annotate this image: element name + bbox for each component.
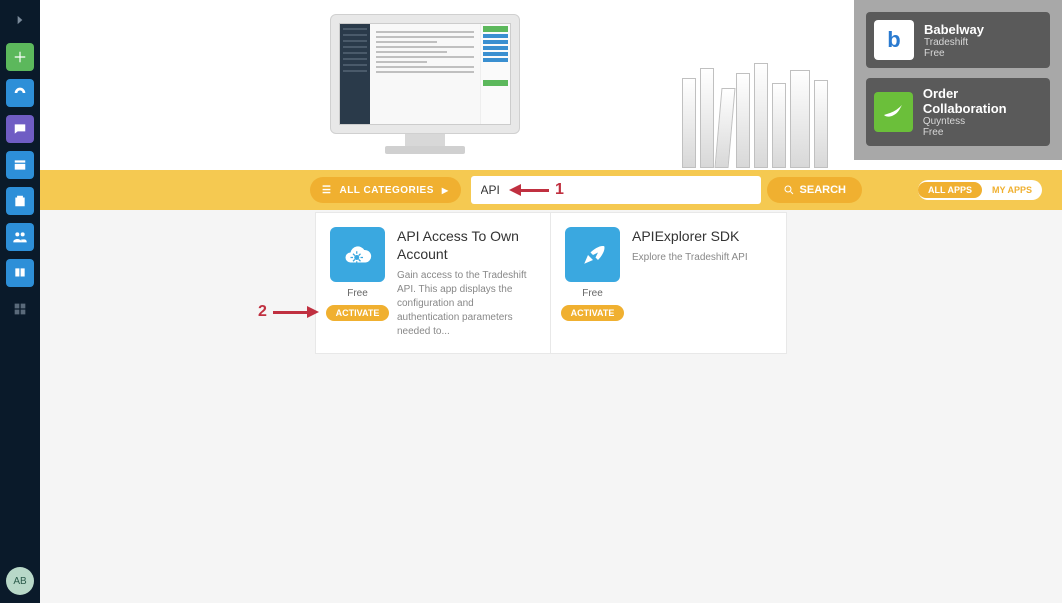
cards-row: Free ACTIVATE API Access To Own Account …: [315, 212, 787, 354]
toggle-all-apps[interactable]: ALL APPS: [918, 182, 982, 198]
promo-vendor: Quyntess: [923, 116, 1042, 127]
promo-price: Free: [923, 127, 1042, 138]
promo-title: Order Collaboration: [923, 86, 1042, 116]
sidebar-item-contacts[interactable]: [6, 223, 34, 251]
sidebar-expand-button[interactable]: [5, 5, 35, 35]
people-icon: [12, 229, 28, 245]
plus-icon: [13, 50, 27, 64]
app-price: Free: [582, 288, 603, 299]
search-button-label: SEARCH: [800, 184, 846, 196]
search-input-wrap: [471, 176, 761, 204]
app-card-apiexplorer[interactable]: Free ACTIVATE APIExplorer SDK Explore th…: [551, 213, 786, 353]
chevron-right-icon: [13, 13, 27, 27]
sidebar-item-add[interactable]: [6, 43, 34, 71]
rocket-icon: [565, 227, 620, 282]
promo-card-order-collaboration[interactable]: Order Collaboration Quyntess Free: [866, 78, 1050, 146]
sidebar-item-messages[interactable]: [6, 115, 34, 143]
app-description: Gain access to the Tradeshift API. This …: [397, 269, 536, 339]
sidebar: AB: [0, 0, 40, 603]
dashboard-icon: [12, 85, 28, 101]
search-button[interactable]: SEARCH: [767, 177, 862, 203]
promo-card-babelway[interactable]: b Babelway Tradeshift Free: [866, 12, 1050, 68]
hero-banner: b Babelway Tradeshift Free Order Collabo…: [40, 0, 1062, 170]
hero-books-illustration: [682, 58, 842, 168]
leaf-icon: [881, 100, 905, 124]
app-price: Free: [347, 288, 368, 299]
activate-button[interactable]: ACTIVATE: [561, 305, 625, 321]
app-title: APIExplorer SDK: [632, 227, 772, 245]
activate-button[interactable]: ACTIVATE: [326, 305, 390, 321]
category-dropdown[interactable]: ☰ ALL CATEGORIES ▶: [310, 177, 461, 203]
promo-price: Free: [924, 48, 984, 59]
clipboard-icon: [13, 194, 27, 208]
results-area: Free ACTIVATE API Access To Own Account …: [40, 210, 1062, 354]
toggle-my-apps[interactable]: MY APPS: [982, 182, 1042, 198]
apps-toggle: ALL APPS MY APPS: [918, 180, 1042, 200]
promo-title: Babelway: [924, 22, 984, 37]
search-icon: [783, 184, 795, 196]
archive-icon: [13, 158, 27, 172]
sidebar-item-inbox[interactable]: [6, 151, 34, 179]
order-collab-icon: [874, 92, 913, 132]
search-bar: ☰ ALL CATEGORIES ▶ SEARCH ALL APPS MY AP…: [40, 170, 1062, 210]
list-icon: ☰: [322, 185, 331, 196]
sidebar-item-apps[interactable]: [6, 295, 34, 323]
grid-icon: [12, 301, 28, 317]
avatar[interactable]: AB: [6, 567, 34, 595]
hero-monitor-illustration: [330, 14, 520, 164]
sidebar-item-docs[interactable]: [6, 259, 34, 287]
chevron-right-icon: ▶: [442, 186, 449, 195]
app-title: API Access To Own Account: [397, 227, 536, 263]
app-card-api-access[interactable]: Free ACTIVATE API Access To Own Account …: [316, 213, 551, 353]
sidebar-item-dashboard[interactable]: [6, 79, 34, 107]
babelway-icon: b: [874, 20, 914, 60]
search-input[interactable]: [481, 183, 751, 197]
app-description: Explore the Tradeshift API: [632, 251, 772, 265]
cloud-icon: [330, 227, 385, 282]
chat-icon: [13, 122, 27, 136]
book-icon: [13, 266, 27, 280]
promo-vendor: Tradeshift: [924, 37, 984, 48]
promo-panel: b Babelway Tradeshift Free Order Collabo…: [854, 0, 1062, 160]
sidebar-item-clipboard[interactable]: [6, 187, 34, 215]
category-label: ALL CATEGORIES: [339, 185, 433, 196]
